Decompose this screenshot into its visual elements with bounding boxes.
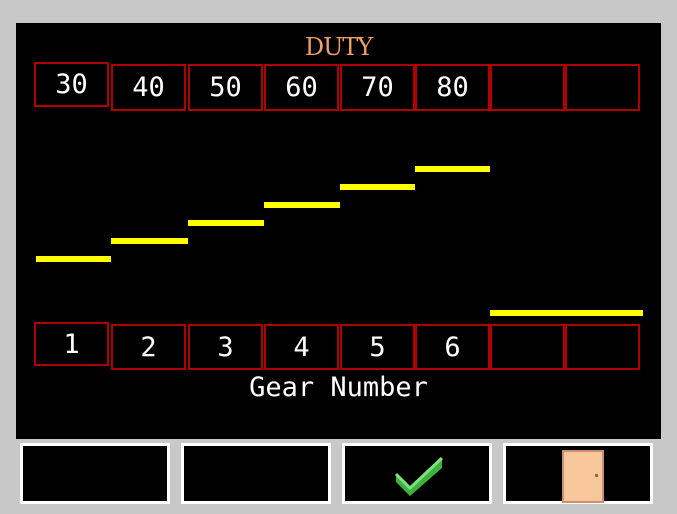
duty-cell-6[interactable]: 80 (415, 64, 490, 111)
duty-bar-1 (36, 256, 111, 262)
confirm-button[interactable] (342, 443, 492, 504)
gear-cell-2[interactable]: 2 (111, 324, 186, 370)
gear-cell-8[interactable] (565, 324, 640, 370)
duty-cell-4[interactable]: 60 (264, 64, 339, 111)
duty-bar-2 (111, 238, 188, 244)
duty-bar-5 (340, 184, 415, 190)
gear-cell-3[interactable]: 3 (188, 324, 263, 370)
gear-cell-4[interactable]: 4 (264, 324, 339, 370)
gear-cell-7[interactable] (490, 324, 565, 370)
duty-bar-7 (490, 310, 565, 316)
softkey-1[interactable] (20, 443, 170, 504)
exit-button[interactable] (503, 443, 653, 504)
check-icon (394, 456, 444, 496)
duty-cell-7[interactable] (490, 64, 565, 111)
duty-bar-8 (565, 310, 643, 316)
gear-cell-6[interactable]: 6 (415, 324, 490, 370)
duty-cell-2[interactable]: 40 (111, 64, 186, 111)
duty-cell-1[interactable]: 30 (34, 62, 109, 107)
duty-cell-3[interactable]: 50 (188, 64, 263, 111)
duty-cell-8[interactable] (565, 64, 640, 111)
duty-bar-6 (415, 166, 490, 172)
gear-cell-5[interactable]: 5 (340, 324, 415, 370)
gear-number-caption: Gear Number (249, 372, 428, 403)
duty-bar-4 (264, 202, 340, 208)
duty-bar-3 (188, 220, 264, 226)
door-icon (562, 450, 604, 503)
softkey-2[interactable] (181, 443, 331, 504)
gear-duty-screen: DUTY 30 40 50 60 70 80 1 2 3 4 5 6 Gear … (16, 23, 661, 439)
duty-cell-5[interactable]: 70 (340, 64, 415, 111)
softkey-bar (0, 439, 677, 514)
gear-cell-1[interactable]: 1 (34, 322, 109, 366)
screen-title: DUTY (304, 33, 373, 61)
